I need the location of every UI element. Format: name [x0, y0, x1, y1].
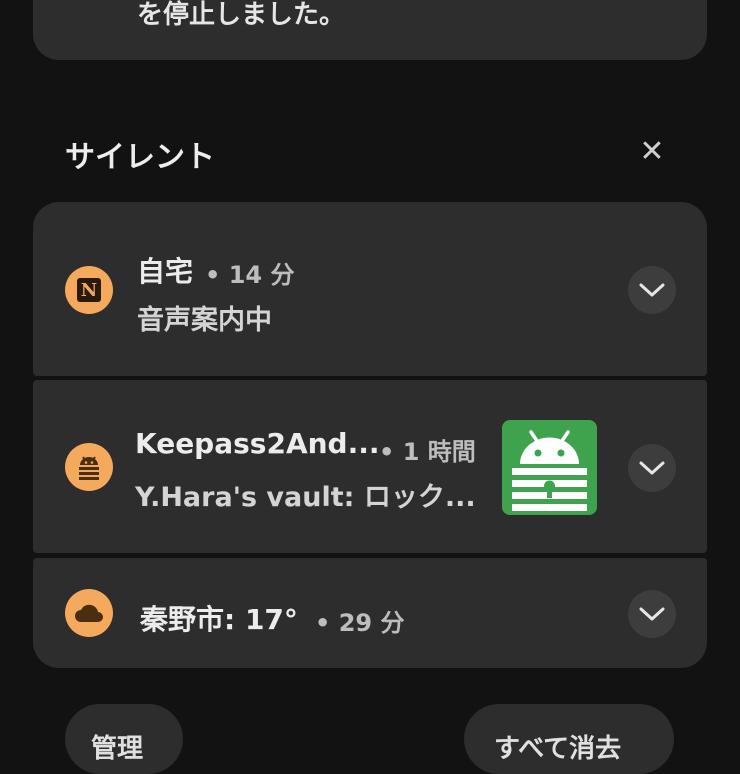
keepass2android-icon — [65, 443, 113, 491]
notification-card-weather[interactable]: 秦野市: 17° • 29 分 — [33, 558, 707, 668]
notification-time: • 1 時間 — [379, 438, 476, 466]
expand-button[interactable] — [628, 266, 676, 314]
notification-title: Keepass2And... — [135, 427, 380, 460]
keepass-android-lock-image — [502, 420, 597, 515]
previous-notification-text: を停止しました。 — [137, 0, 346, 30]
notification-title: 秦野市: 17° — [140, 603, 298, 636]
notion-style-n-icon: N — [65, 266, 113, 314]
icon-letter: N — [80, 279, 98, 301]
notification-body: Y.Hara's vault: ロック... — [135, 482, 476, 513]
clear-all-label: すべて消去 — [494, 734, 622, 764]
clear-all-button[interactable]: すべて消去 — [464, 704, 674, 774]
chevron-down-icon — [639, 461, 665, 475]
section-title: サイレント — [65, 140, 215, 175]
manage-label: 管理 — [91, 734, 144, 764]
notification-card-home[interactable]: N 自宅 • 14 分 音声案内中 — [33, 202, 707, 376]
expand-button[interactable] — [628, 590, 676, 638]
chevron-down-icon — [639, 283, 665, 297]
expand-button[interactable] — [628, 444, 676, 492]
notification-body: 音声案内中 — [137, 305, 272, 336]
notification-time: • 14 分 — [205, 261, 295, 289]
manage-button[interactable]: 管理 — [65, 704, 183, 774]
notification-title: 自宅 — [137, 255, 194, 288]
chevron-down-icon — [639, 607, 665, 621]
cloud-icon — [65, 589, 113, 637]
notification-time: • 29 分 — [315, 609, 405, 637]
previous-notification-card[interactable]: を停止しました。 — [33, 0, 707, 60]
notification-card-keepass[interactable]: Keepass2And... • 1 時間 Y.Hara's vault: ロッ… — [33, 380, 707, 553]
close-icon[interactable]: ✕ — [634, 134, 670, 170]
